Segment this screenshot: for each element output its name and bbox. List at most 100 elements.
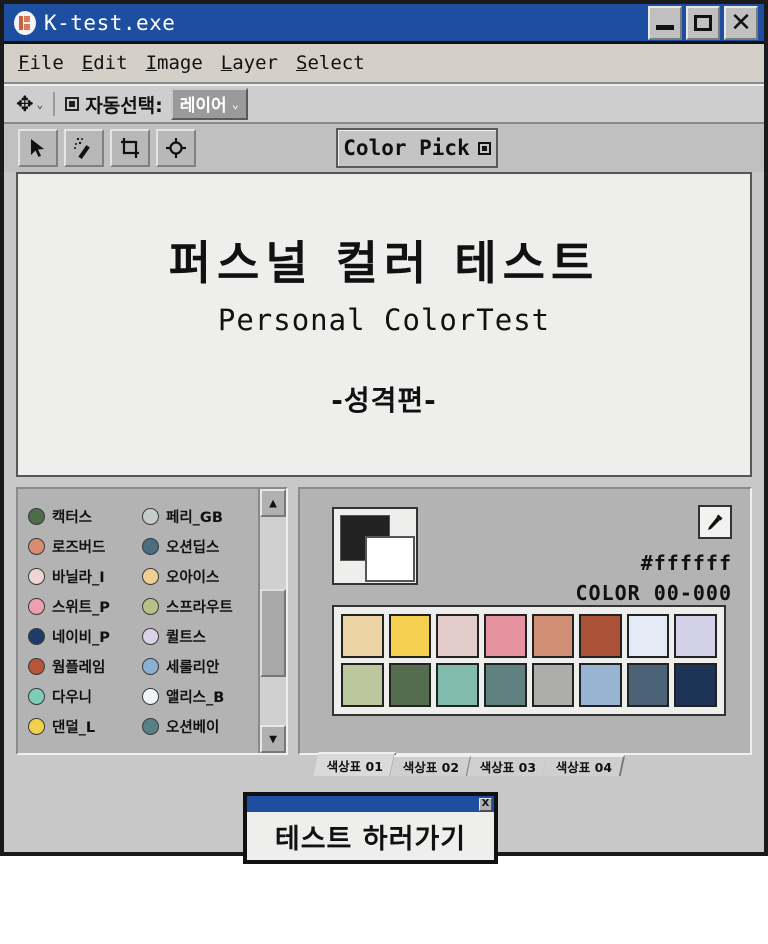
color-list-item[interactable]: 로즈버드 (28, 531, 142, 561)
palette-swatch-2[interactable] (388, 663, 432, 707)
canvas-title-english: Personal ColorTest (217, 302, 551, 337)
foreground-background-swatch[interactable] (332, 507, 418, 585)
scroll-up-button[interactable]: ▲ (260, 489, 286, 517)
minimize-icon (656, 25, 674, 30)
scroll-down-button[interactable]: ▼ (260, 725, 286, 753)
layer-select-dropdown[interactable]: 레이어 ⌄ (170, 88, 248, 120)
color-swatch-dot (28, 597, 45, 615)
color-swatch-dot (142, 537, 159, 555)
color-swatch-dot (28, 507, 45, 525)
palette-tab-2[interactable]: 색상표 02 (390, 755, 473, 776)
palette-swatch-6[interactable] (579, 614, 622, 658)
palette-tab-1[interactable]: 색상표 01 (313, 752, 397, 776)
options-bar: ✥ ⌄ 자동선택: 레이어 ⌄ (4, 84, 764, 124)
palette-tab-4[interactable]: 색상표 04 (542, 755, 626, 776)
menu-item-layer[interactable]: Layer (221, 52, 278, 74)
menu-rest: ile (29, 52, 64, 74)
layer-select-value: 레이어 (179, 96, 227, 116)
scrollbar-thumb[interactable] (260, 589, 286, 677)
dialog-body[interactable]: 테스트 하러가기 (247, 812, 494, 860)
palette-swatch-5[interactable] (531, 614, 575, 658)
palette-swatch-3[interactable] (436, 663, 479, 707)
color-list-item[interactable]: 오션베이 (142, 711, 256, 741)
menu-item-file[interactable]: File (18, 52, 64, 74)
color-name-label: 오아이스 (166, 569, 220, 586)
color-list-item[interactable]: 네이비_P (28, 621, 142, 651)
scrollbar-track[interactable] (260, 517, 286, 725)
magic-wand-icon (74, 138, 90, 159)
eyedropper-icon (708, 514, 723, 530)
color-swatch-dot (28, 627, 45, 645)
palette-swatch-2[interactable] (388, 614, 432, 658)
color-list-item[interactable]: 스프라우트 (142, 591, 256, 621)
palette-tab-label: 색상표 04 (555, 760, 612, 775)
color-list-scrollbar[interactable]: ▲ ▼ (258, 489, 286, 753)
color-list-item[interactable]: 댄덜_L (28, 711, 142, 741)
color-name-label: 페리_GB (166, 509, 223, 526)
window-controls: ✕ (648, 5, 760, 40)
title-bar: K-test.exe ✕ (4, 4, 764, 44)
menu-item-edit[interactable]: Edit (82, 52, 128, 74)
palette-swatch-7[interactable] (626, 663, 670, 707)
background-color-swatch[interactable] (365, 536, 415, 582)
palette-swatch-6[interactable] (579, 663, 622, 707)
maximize-icon (694, 14, 712, 31)
color-list-item[interactable]: 세룰리안 (142, 651, 256, 681)
palette-tab-3[interactable]: 색상표 03 (466, 755, 549, 776)
menu-item-image[interactable]: Image (146, 52, 203, 74)
palette-swatch-4[interactable] (483, 614, 527, 658)
menu-bar: File Edit Image Layer Select (4, 44, 764, 84)
color-swatch-dot (28, 537, 45, 555)
canvas-area[interactable]: 퍼스널 컬러 테스트 Personal ColorTest -성격편- (16, 172, 752, 477)
color-swatch-dot (142, 507, 159, 525)
cursor-arrow-tool-button[interactable] (18, 129, 58, 167)
palette-swatch-5[interactable] (531, 663, 575, 707)
color-list-item[interactable]: 오아이스 (142, 561, 256, 591)
menu-item-select[interactable]: Select (296, 52, 365, 74)
palette-swatch-1[interactable] (341, 614, 384, 658)
palette-swatch-4[interactable] (483, 663, 527, 707)
close-button[interactable]: ✕ (724, 5, 758, 40)
palette-grid (332, 605, 726, 716)
color-list-item[interactable]: 오션딥스 (142, 531, 256, 561)
color-pick-checkbox[interactable] (477, 141, 491, 155)
color-code-label: COLOR 00-000 (575, 581, 732, 605)
color-name-label: 퀼트스 (166, 629, 207, 646)
minimize-button[interactable] (648, 5, 682, 40)
palette-swatch-3[interactable] (436, 614, 479, 658)
divider (53, 92, 56, 116)
color-list: 캑터스 페리_GB 로즈버드 오션딥스바닐라_I 오아이스스위트_P 스프라우트 네이비_P… (18, 489, 258, 753)
color-list-item[interactable]: 캑터스 (28, 501, 142, 531)
move-tool-selector[interactable]: ✥ ⌄ (16, 92, 43, 116)
palette-swatch-7[interactable] (626, 614, 670, 658)
crop-tool-button[interactable] (110, 129, 150, 167)
auto-select-checkbox[interactable] (65, 97, 80, 111)
color-pick-button[interactable]: Color Pick (336, 128, 498, 168)
color-name-label: 바닐라_I (52, 569, 105, 586)
color-list-item[interactable]: 웜플레임 (28, 651, 142, 681)
crop-icon (121, 138, 139, 158)
color-name-label: 앨리스_B (166, 689, 225, 706)
magic-wand-tool-button[interactable] (64, 129, 104, 167)
menu-mnemonic: L (220, 52, 233, 74)
maximize-button[interactable] (686, 5, 720, 40)
dialog-close-button[interactable]: X (479, 797, 492, 811)
color-list-item[interactable]: 퀼트스 (142, 621, 256, 651)
target-tool-button[interactable] (156, 129, 196, 167)
color-list-item[interactable]: 앨리스_B (142, 681, 256, 711)
color-swatch-dot (142, 567, 159, 585)
dialog-title-bar: X (247, 796, 494, 812)
color-list-item[interactable]: 스위트_P (28, 591, 142, 621)
palette-swatch-8[interactable] (674, 614, 717, 658)
palette-swatch-8[interactable] (674, 663, 717, 707)
color-list-item[interactable]: 페리_GB (142, 501, 256, 531)
color-name-label: 캑터스 (52, 509, 93, 526)
palette-swatch-1[interactable] (341, 663, 384, 707)
color-list-item[interactable]: 바닐라_I (28, 561, 142, 591)
color-swatch-dot (142, 687, 159, 705)
color-list-panel: 캑터스 페리_GB 로즈버드 오션딥스바닐라_I 오아이스스위트_P 스프라우트 네이비_P… (16, 487, 288, 755)
eyedropper-button[interactable] (698, 505, 732, 539)
window-title: K-test.exe (44, 10, 176, 35)
color-list-item[interactable]: 다우니 (28, 681, 142, 711)
menu-rest: elect (307, 52, 365, 74)
